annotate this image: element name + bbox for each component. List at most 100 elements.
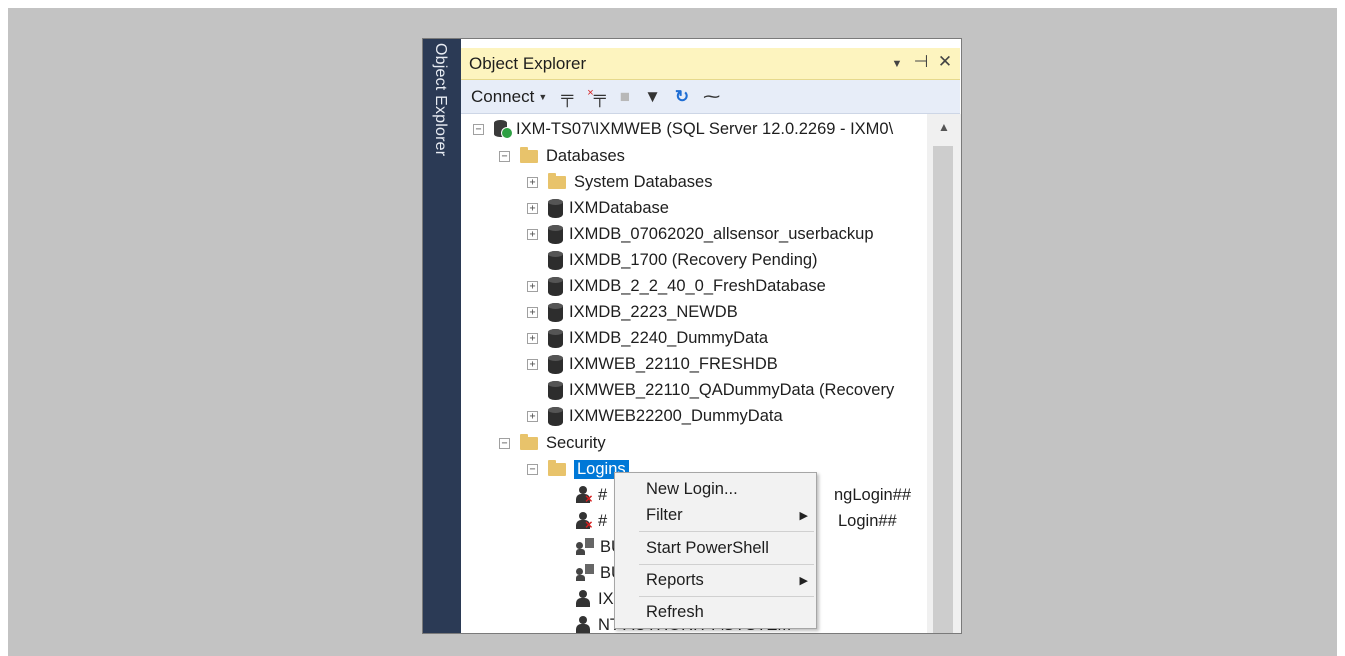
tree-node-label: IXMWEB22200_DummyData — [569, 406, 783, 425]
panel-title: Object Explorer — [469, 54, 587, 73]
tree-node-login[interactable]: × # ngLogin## — [576, 482, 911, 508]
tree-node-label: IXMDB_1700 (Recovery Pending) — [569, 250, 818, 269]
collapse-icon[interactable]: − — [499, 150, 510, 162]
database-icon — [548, 198, 563, 218]
windows-group-login-icon — [576, 564, 596, 582]
disabled-login-icon: × — [576, 512, 594, 532]
menu-item-reports[interactable]: Reports ▶ — [615, 566, 816, 594]
stop-icon[interactable]: ■ — [620, 87, 630, 107]
tree-node-label: IXMWEB_22110_FRESHDB — [569, 354, 778, 373]
menu-separator — [639, 531, 814, 532]
tree-node-database[interactable]: + IXMWEB22200_DummyData — [527, 403, 783, 429]
databases-label: Databases — [546, 146, 625, 165]
database-icon — [548, 406, 563, 426]
tree-node-server[interactable]: − IXM-TS07\IXMWEB (SQL Server 12.0.2269 … — [473, 116, 893, 142]
tree-node-label: IXMDB_2240_DummyData — [569, 328, 768, 347]
database-icon — [548, 302, 563, 322]
login-label: IX — [598, 589, 614, 608]
menu-separator — [639, 596, 814, 597]
menu-item-label: Filter — [646, 505, 683, 524]
tree-node-login[interactable]: IX — [576, 586, 614, 612]
server-icon — [494, 120, 513, 139]
tree-node-label: IXMDB_07062020_allsensor_userbackup — [569, 224, 874, 243]
refresh-icon[interactable]: ↻ — [675, 87, 689, 107]
collapse-icon[interactable]: − — [527, 463, 538, 475]
expand-icon[interactable]: + — [527, 410, 538, 422]
server-label: IXM-TS07\IXMWEB (SQL Server 12.0.2269 - … — [516, 119, 894, 138]
tree-node-label: IXMWEB_22110_QADummyData (Recovery — [569, 380, 895, 399]
expand-icon[interactable]: + — [527, 358, 538, 370]
security-label: Security — [546, 433, 606, 452]
scroll-up-icon[interactable]: ▲ — [938, 120, 950, 134]
expand-icon[interactable]: + — [527, 176, 538, 188]
connect-button[interactable]: Connect ▼ — [471, 87, 547, 107]
menu-item-label: Start PowerShell — [646, 538, 769, 557]
database-icon — [548, 276, 563, 296]
menu-item-refresh[interactable]: Refresh — [615, 598, 816, 626]
tree-node-login[interactable]: × # Login## — [576, 508, 897, 534]
context-menu: New Login... Filter ▶ Start PowerShell R… — [614, 472, 817, 629]
login-label: # — [598, 485, 608, 504]
login-icon — [576, 616, 594, 633]
menu-separator — [639, 564, 814, 565]
database-icon — [548, 328, 563, 348]
login-label-suffix: ngLogin## — [834, 485, 912, 504]
folder-icon — [520, 146, 538, 163]
vertical-scrollbar[interactable]: ▲ — [927, 114, 961, 633]
database-icon — [548, 250, 563, 270]
expand-icon[interactable]: + — [527, 332, 538, 344]
toolbar: Connect ▼ ╤ ×╤ ■ ▼ ↻ ⁓ — [461, 80, 960, 114]
side-tab[interactable]: Object Explorer — [423, 39, 461, 633]
menu-item-label: New Login... — [646, 479, 738, 498]
panel-title-bar: Object Explorer ▼ ⊣ ✕ — [461, 48, 960, 80]
submenu-arrow-icon: ▶ — [799, 574, 808, 587]
side-tab-label: Object Explorer — [432, 43, 449, 157]
tree-node-label: IXMDB_2223_NEWDB — [569, 302, 738, 321]
tree-node-database[interactable]: + IXMDB_2223_NEWDB — [527, 299, 738, 325]
tree-node-database[interactable]: + System Databases — [527, 169, 712, 195]
chevron-down-icon: ▼ — [538, 91, 548, 102]
menu-item-new-login[interactable]: New Login... — [615, 475, 816, 503]
activity-monitor-icon[interactable]: ⁓ — [703, 87, 720, 107]
close-icon[interactable]: ✕ — [936, 52, 954, 72]
expand-icon[interactable]: + — [527, 202, 538, 214]
connect-plug-icon[interactable]: ╤ — [561, 87, 573, 107]
tree-node-label: System Databases — [574, 172, 713, 191]
tree-node-database[interactable]: + IXMWEB_22110_FRESHDB — [527, 351, 778, 377]
auto-hide-pin-icon[interactable]: ⊣ — [912, 52, 930, 72]
login-icon — [576, 590, 594, 608]
menu-item-filter[interactable]: Filter ▶ — [615, 501, 816, 529]
expand-icon[interactable]: + — [527, 228, 538, 240]
connect-label: Connect — [471, 86, 535, 106]
menu-item-label: Reports — [646, 570, 704, 589]
tree-node-databases[interactable]: − Databases — [499, 143, 625, 169]
tree-node-database[interactable]: + IXMDB_2240_DummyData — [527, 325, 768, 351]
login-label: # — [598, 511, 608, 530]
folder-icon — [548, 172, 566, 189]
database-icon — [548, 380, 563, 400]
folder-icon — [520, 433, 538, 450]
disconnect-icon[interactable]: ×╤ — [587, 87, 605, 107]
submenu-arrow-icon: ▶ — [799, 509, 808, 522]
windows-group-login-icon — [576, 538, 596, 556]
login-label-suffix: Login## — [838, 511, 897, 530]
menu-item-start-powershell[interactable]: Start PowerShell — [615, 534, 816, 562]
tree-node-database[interactable]: + IXMDatabase — [527, 195, 669, 221]
collapse-icon[interactable]: − — [473, 123, 484, 135]
tree-node-database[interactable]: IXMDB_1700 (Recovery Pending) — [527, 247, 818, 273]
tree-node-label: IXMDatabase — [569, 198, 669, 217]
tree-node-database[interactable]: IXMWEB_22110_QADummyData (Recovery — [527, 377, 894, 403]
tree-node-security[interactable]: − Security — [499, 430, 606, 456]
scrollbar-thumb[interactable] — [933, 146, 953, 633]
filter-icon[interactable]: ▼ — [644, 87, 661, 107]
menu-item-label: Refresh — [646, 602, 704, 621]
collapse-icon[interactable]: − — [499, 437, 510, 449]
database-icon — [548, 224, 563, 244]
expand-icon[interactable]: + — [527, 306, 538, 318]
tree-node-database[interactable]: + IXMDB_2_2_40_0_FreshDatabase — [527, 273, 826, 299]
expand-icon[interactable]: + — [527, 280, 538, 292]
folder-icon — [548, 459, 566, 476]
tree-node-database[interactable]: + IXMDB_07062020_allsensor_userbackup — [527, 221, 874, 247]
window-position-dropdown-icon[interactable]: ▼ — [888, 58, 906, 70]
disabled-login-icon: × — [576, 486, 594, 506]
